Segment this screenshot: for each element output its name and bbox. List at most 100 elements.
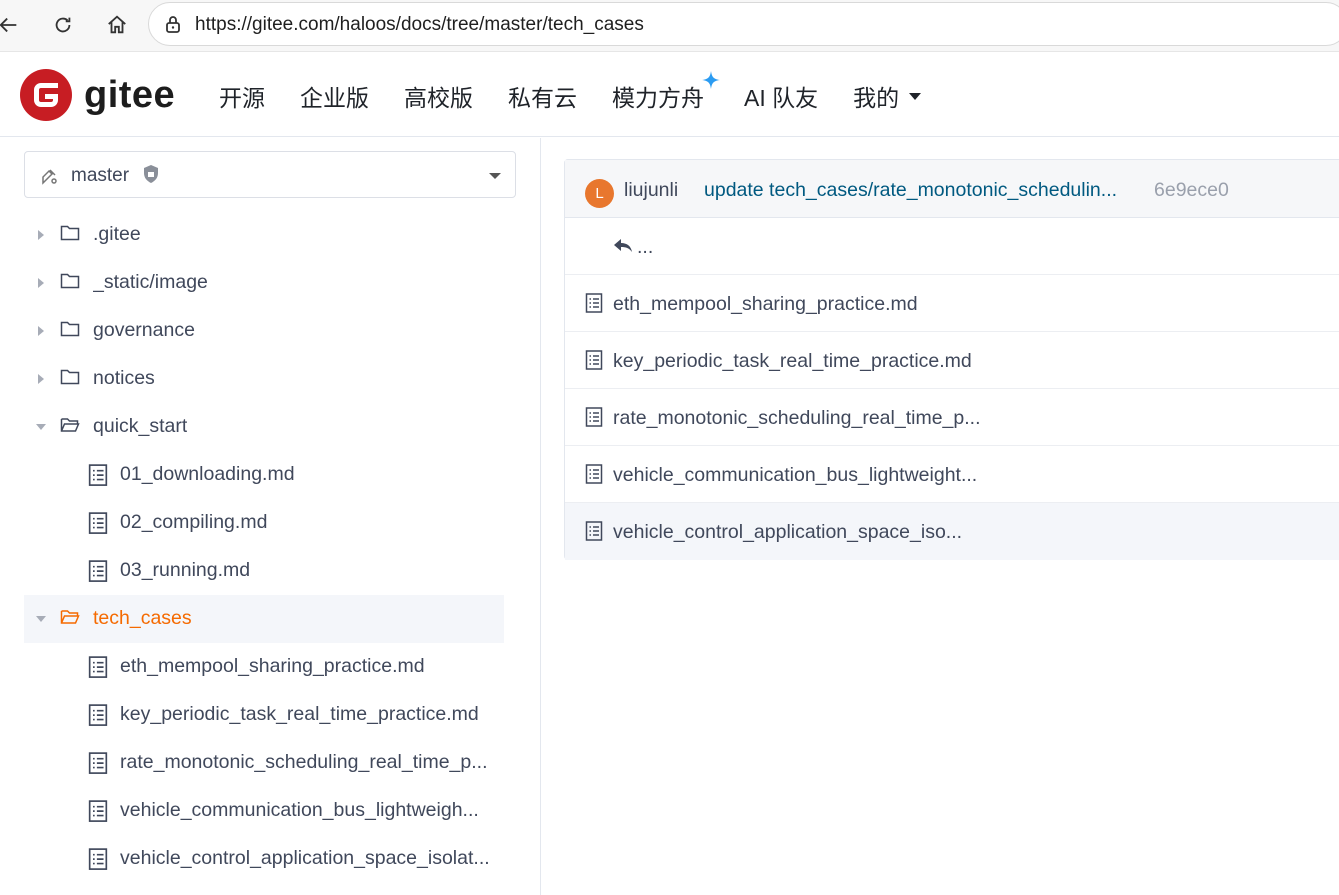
tree-item-label: vehicle_communication_bus_lightweigh... (120, 799, 479, 821)
tree-item-label: eth_mempool_sharing_practice.md (120, 655, 425, 677)
nav-model-ark-label: 模力方舟 (612, 85, 704, 111)
tree-folder-item[interactable]: tech_cases (24, 595, 504, 643)
tree-file-item[interactable]: key_periodic_task_real_time_practice.md (24, 691, 504, 739)
tree-folder-item[interactable]: .gitee (24, 211, 504, 259)
tree-folder-item[interactable]: governance (24, 307, 504, 355)
file-tree: .gitee _static/image governance notices quic… (24, 211, 504, 883)
file-name-link[interactable]: key_periodic_task_real_time_practice.md (613, 350, 972, 373)
file-icon (88, 848, 108, 870)
file-row[interactable]: vehicle_communication_bus_lightweight... (565, 446, 1339, 503)
nav-model-ark[interactable]: 模力方舟 (612, 71, 720, 113)
main-nav: 开源 企业版 高校版 私有云 模力方舟 AI 队友 我的 (219, 71, 956, 113)
tree-folder-item[interactable]: notices (24, 355, 504, 403)
file-name-link[interactable]: vehicle_control_application_space_iso... (613, 521, 962, 544)
branch-select[interactable]: master (24, 151, 516, 198)
file-row[interactable]: rate_monotonic_scheduling_real_time_p... (565, 389, 1339, 446)
nav-open-source[interactable]: 开源 (219, 79, 265, 113)
back-button[interactable] (0, 10, 24, 40)
home-icon (108, 15, 126, 34)
tree-file-item[interactable]: 01_downloading.md (24, 451, 504, 499)
file-icon (585, 521, 603, 541)
tree-item-label: .gitee (93, 223, 141, 245)
file-icon (585, 293, 603, 313)
nav-mine-label: 我的 (853, 85, 900, 111)
tree-file-item[interactable]: 02_compiling.md (24, 499, 504, 547)
caret-down-icon[interactable] (36, 424, 46, 430)
tree-item-label: tech_cases (93, 607, 192, 629)
parent-directory-label: ... (637, 236, 654, 258)
file-icon (585, 464, 603, 484)
tree-item-label: notices (93, 367, 155, 389)
tree-file-item[interactable]: eth_mempool_sharing_practice.md (24, 643, 504, 691)
caret-right-icon[interactable] (38, 374, 44, 384)
folder-icon (60, 223, 80, 243)
file-row[interactable]: key_periodic_task_real_time_practice.md (565, 332, 1339, 389)
tree-file-item[interactable]: vehicle_communication_bus_lightweigh... (24, 787, 504, 835)
file-name-link[interactable]: vehicle_communication_bus_lightweight... (613, 464, 977, 487)
sparkle-icon (702, 71, 720, 89)
tree-item-label: 03_running.md (120, 559, 251, 581)
shield-icon (144, 165, 158, 183)
file-icon (88, 704, 108, 726)
caret-right-icon[interactable] (38, 230, 44, 240)
latest-commit-bar: L liujunli update tech_cases/rate_monoto… (565, 160, 1339, 218)
caret-down-icon[interactable] (36, 616, 46, 622)
refresh-button[interactable] (48, 10, 78, 40)
file-name-link[interactable]: rate_monotonic_scheduling_real_time_p... (613, 407, 980, 430)
file-icon (88, 656, 108, 678)
file-icon (585, 350, 603, 370)
gitee-logo-icon (20, 69, 72, 121)
logo-text: gitee (84, 73, 176, 116)
file-icon (88, 800, 108, 822)
file-row[interactable]: eth_mempool_sharing_practice.md (565, 275, 1339, 332)
folder-icon (60, 271, 80, 291)
caret-right-icon[interactable] (38, 326, 44, 336)
commit-author[interactable]: liujunli (624, 179, 678, 202)
branch-name: master (71, 165, 130, 186)
tree-item-label: 01_downloading.md (120, 463, 295, 485)
nav-enterprise[interactable]: 企业版 (300, 79, 369, 113)
file-list-panel: L liujunli update tech_cases/rate_monoto… (564, 159, 1339, 560)
tree-item-label: _static/image (93, 271, 208, 293)
tree-file-item[interactable]: vehicle_control_application_space_isolat… (24, 835, 504, 883)
back-arrow-icon (0, 17, 17, 33)
nav-education[interactable]: 高校版 (404, 79, 473, 113)
commit-hash[interactable]: 6e9ece0 (1154, 179, 1229, 202)
folder-open-icon (60, 607, 80, 627)
lock-icon[interactable] (163, 14, 183, 34)
folder-open-icon (60, 415, 80, 435)
url-text[interactable]: https://gitee.com/haloos/docs/tree/maste… (195, 14, 644, 36)
nav-ai-teammate[interactable]: AI 队友 (744, 79, 818, 113)
parent-directory-row[interactable]: ... (565, 218, 1339, 275)
file-icon (88, 560, 108, 582)
gitee-logo[interactable]: gitee (20, 69, 175, 121)
nav-mine[interactable]: 我的 (853, 79, 922, 113)
tree-item-label: rate_monotonic_scheduling_real_time_p... (120, 751, 488, 773)
tree-file-item[interactable]: 03_running.md (24, 547, 504, 595)
tree-folder-item[interactable]: quick_start (24, 403, 504, 451)
browser-toolbar: https://gitee.com/haloos/docs/tree/maste… (0, 0, 1339, 52)
file-icon (88, 512, 108, 534)
file-name-link[interactable]: eth_mempool_sharing_practice.md (613, 293, 918, 316)
commit-message[interactable]: update tech_cases/rate_monotonic_schedul… (704, 179, 1117, 202)
tree-item-label: quick_start (93, 415, 188, 437)
tree-file-item[interactable]: rate_monotonic_scheduling_real_time_p... (24, 739, 504, 787)
address-bar[interactable]: https://gitee.com/haloos/docs/tree/maste… (148, 2, 1339, 46)
tree-folder-item[interactable]: _static/image (24, 259, 504, 307)
branch-icon (42, 169, 57, 185)
folder-icon (60, 367, 80, 387)
file-icon (585, 407, 603, 427)
avatar[interactable]: L (585, 179, 614, 208)
home-button[interactable] (102, 10, 132, 40)
tree-item-label: vehicle_control_application_space_isolat… (120, 847, 490, 869)
refresh-icon (55, 17, 71, 33)
file-row[interactable]: vehicle_control_application_space_iso... (565, 503, 1339, 560)
nav-private-cloud[interactable]: 私有云 (508, 79, 577, 113)
site-header: gitee 开源 企业版 高校版 私有云 模力方舟 AI 队友 我的 (0, 53, 1339, 137)
folder-icon (60, 319, 80, 339)
tree-item-label: governance (93, 319, 195, 341)
reply-arrow-icon (614, 239, 632, 252)
file-icon (88, 752, 108, 774)
chevron-down-icon (489, 173, 501, 179)
caret-right-icon[interactable] (38, 278, 44, 288)
